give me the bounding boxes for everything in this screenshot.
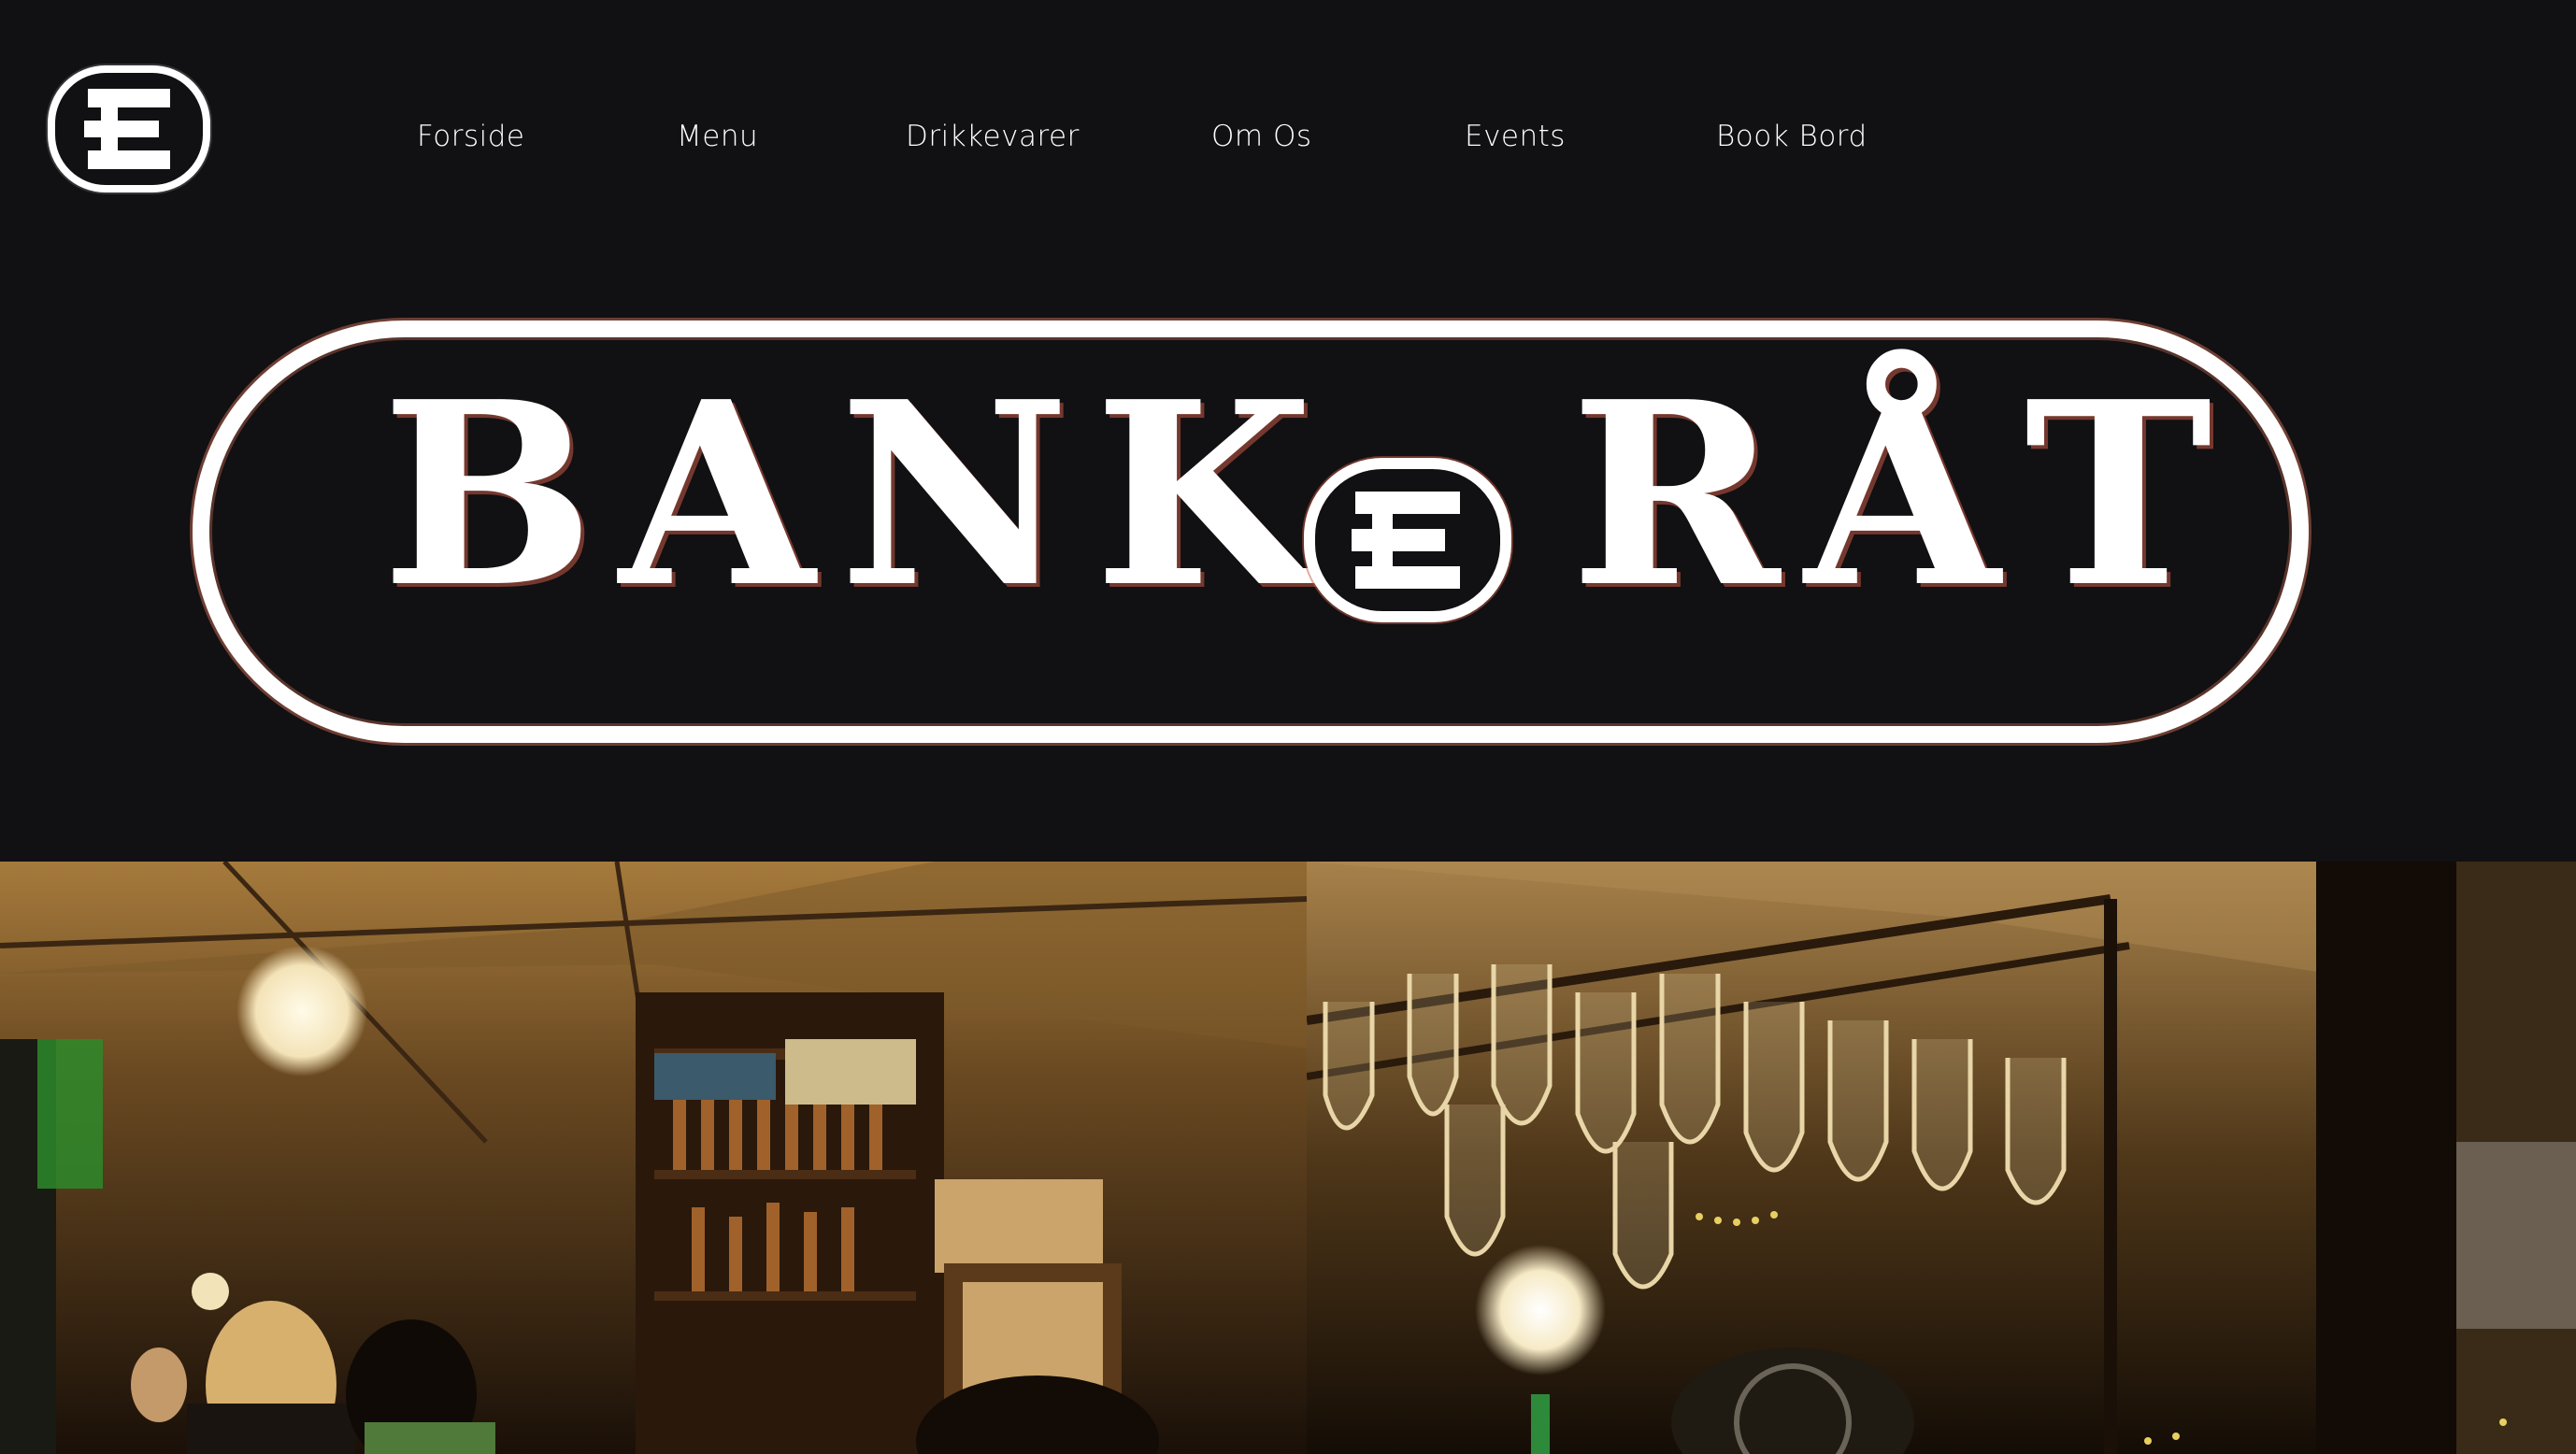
e-monogram-icon <box>1352 492 1460 589</box>
brand-wordmark-right: RÅT <box>1570 346 2237 643</box>
bar-interior-photo <box>0 862 1307 1454</box>
nav-item-drikkevarer[interactable]: Drikkevarer <box>906 120 1080 153</box>
nav-item-menu[interactable]: Menu <box>677 120 758 153</box>
nav-item-forside[interactable]: Forside <box>417 120 524 153</box>
nav-item-events[interactable]: Events <box>1465 120 1566 153</box>
photo-icon <box>0 862 1307 1454</box>
nav-item-book-bord[interactable]: Book Bord <box>1716 120 1868 153</box>
brand-wordmark-left: BANK <box>381 346 1338 643</box>
main-nav: Forside Menu Drikkevarer Om Os Events Bo… <box>0 110 1963 168</box>
nav-item-om-os[interactable]: Om Os <box>1211 120 1312 153</box>
photo-icon <box>1307 862 2576 1454</box>
brand-e-emblem <box>1304 458 1511 622</box>
hanging-glasses-photo <box>1307 862 2576 1454</box>
